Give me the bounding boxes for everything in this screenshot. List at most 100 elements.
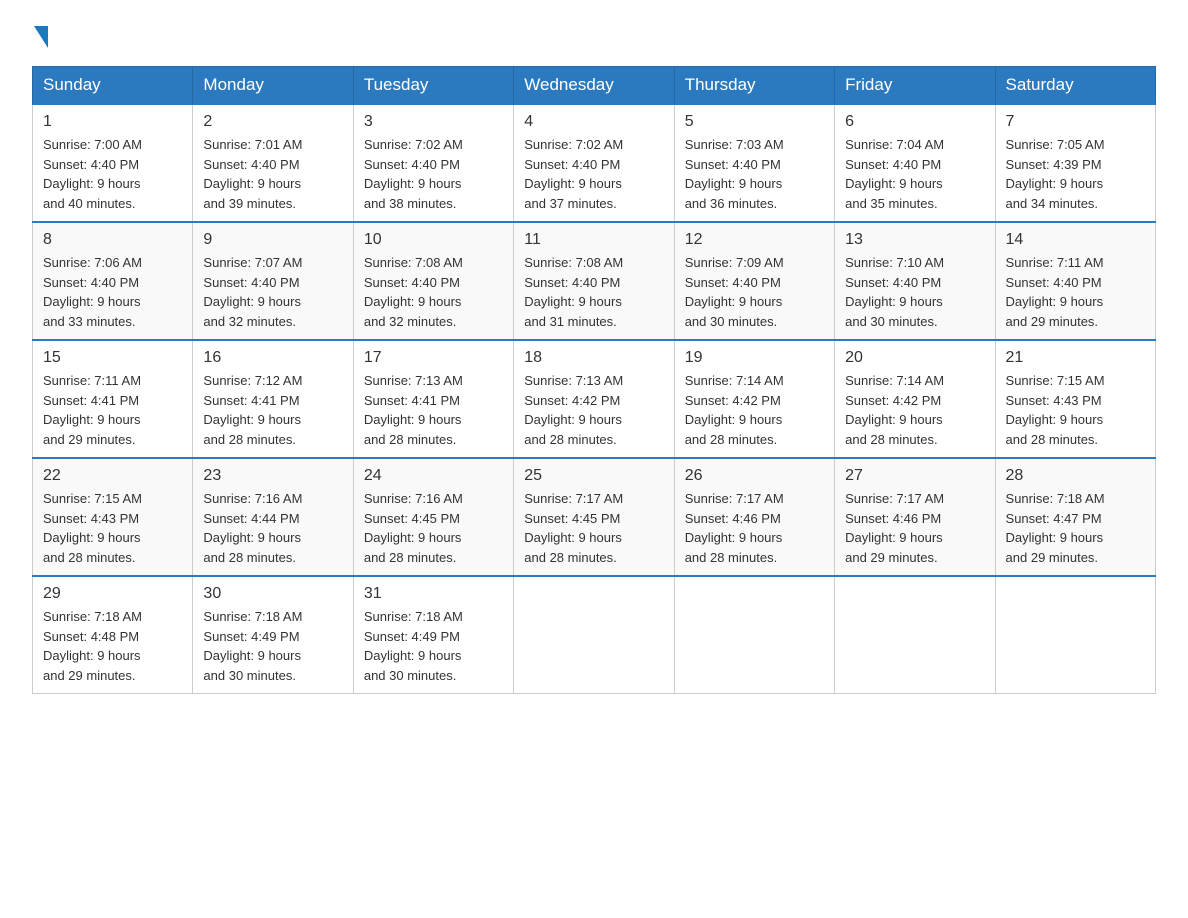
calendar-cell: 18 Sunrise: 7:13 AMSunset: 4:42 PMDaylig… [514,340,674,458]
calendar-week-2: 8 Sunrise: 7:06 AMSunset: 4:40 PMDayligh… [33,222,1156,340]
calendar-cell: 17 Sunrise: 7:13 AMSunset: 4:41 PMDaylig… [353,340,513,458]
header-tuesday: Tuesday [353,67,513,105]
calendar-cell: 23 Sunrise: 7:16 AMSunset: 4:44 PMDaylig… [193,458,353,576]
day-number: 15 [43,349,182,367]
header-friday: Friday [835,67,995,105]
calendar-cell: 21 Sunrise: 7:15 AMSunset: 4:43 PMDaylig… [995,340,1155,458]
day-number: 25 [524,467,663,485]
day-number: 8 [43,231,182,249]
day-info: Sunrise: 7:05 AMSunset: 4:39 PMDaylight:… [1006,135,1145,213]
day-number: 14 [1006,231,1145,249]
calendar-cell: 5 Sunrise: 7:03 AMSunset: 4:40 PMDayligh… [674,104,834,222]
calendar-cell: 12 Sunrise: 7:09 AMSunset: 4:40 PMDaylig… [674,222,834,340]
day-number: 7 [1006,113,1145,131]
day-number: 5 [685,113,824,131]
calendar-week-1: 1 Sunrise: 7:00 AMSunset: 4:40 PMDayligh… [33,104,1156,222]
day-info: Sunrise: 7:14 AMSunset: 4:42 PMDaylight:… [845,371,984,449]
day-info: Sunrise: 7:13 AMSunset: 4:41 PMDaylight:… [364,371,503,449]
calendar-cell: 25 Sunrise: 7:17 AMSunset: 4:45 PMDaylig… [514,458,674,576]
day-info: Sunrise: 7:18 AMSunset: 4:47 PMDaylight:… [1006,489,1145,567]
day-number: 10 [364,231,503,249]
day-info: Sunrise: 7:11 AMSunset: 4:40 PMDaylight:… [1006,253,1145,331]
day-number: 24 [364,467,503,485]
header-thursday: Thursday [674,67,834,105]
calendar-cell [674,576,834,694]
day-number: 12 [685,231,824,249]
day-number: 29 [43,585,182,603]
day-info: Sunrise: 7:18 AMSunset: 4:49 PMDaylight:… [364,607,503,685]
calendar-cell: 31 Sunrise: 7:18 AMSunset: 4:49 PMDaylig… [353,576,513,694]
day-number: 20 [845,349,984,367]
day-info: Sunrise: 7:02 AMSunset: 4:40 PMDaylight:… [524,135,663,213]
day-info: Sunrise: 7:08 AMSunset: 4:40 PMDaylight:… [524,253,663,331]
day-number: 4 [524,113,663,131]
calendar-header-row: SundayMondayTuesdayWednesdayThursdayFrid… [33,67,1156,105]
day-number: 22 [43,467,182,485]
day-number: 18 [524,349,663,367]
calendar-week-5: 29 Sunrise: 7:18 AMSunset: 4:48 PMDaylig… [33,576,1156,694]
calendar-body: 1 Sunrise: 7:00 AMSunset: 4:40 PMDayligh… [33,104,1156,694]
calendar-week-4: 22 Sunrise: 7:15 AMSunset: 4:43 PMDaylig… [33,458,1156,576]
day-number: 27 [845,467,984,485]
calendar-cell: 13 Sunrise: 7:10 AMSunset: 4:40 PMDaylig… [835,222,995,340]
calendar-table: SundayMondayTuesdayWednesdayThursdayFrid… [32,66,1156,694]
calendar-cell: 3 Sunrise: 7:02 AMSunset: 4:40 PMDayligh… [353,104,513,222]
day-info: Sunrise: 7:14 AMSunset: 4:42 PMDaylight:… [685,371,824,449]
day-info: Sunrise: 7:15 AMSunset: 4:43 PMDaylight:… [1006,371,1145,449]
calendar-cell: 7 Sunrise: 7:05 AMSunset: 4:39 PMDayligh… [995,104,1155,222]
calendar-cell: 14 Sunrise: 7:11 AMSunset: 4:40 PMDaylig… [995,222,1155,340]
calendar-cell: 29 Sunrise: 7:18 AMSunset: 4:48 PMDaylig… [33,576,193,694]
day-info: Sunrise: 7:07 AMSunset: 4:40 PMDaylight:… [203,253,342,331]
day-number: 13 [845,231,984,249]
calendar-cell: 6 Sunrise: 7:04 AMSunset: 4:40 PMDayligh… [835,104,995,222]
calendar-cell: 20 Sunrise: 7:14 AMSunset: 4:42 PMDaylig… [835,340,995,458]
header-saturday: Saturday [995,67,1155,105]
day-info: Sunrise: 7:18 AMSunset: 4:48 PMDaylight:… [43,607,182,685]
calendar-cell: 28 Sunrise: 7:18 AMSunset: 4:47 PMDaylig… [995,458,1155,576]
day-info: Sunrise: 7:12 AMSunset: 4:41 PMDaylight:… [203,371,342,449]
day-info: Sunrise: 7:09 AMSunset: 4:40 PMDaylight:… [685,253,824,331]
calendar-cell: 27 Sunrise: 7:17 AMSunset: 4:46 PMDaylig… [835,458,995,576]
calendar-cell: 26 Sunrise: 7:17 AMSunset: 4:46 PMDaylig… [674,458,834,576]
header-sunday: Sunday [33,67,193,105]
header-monday: Monday [193,67,353,105]
day-info: Sunrise: 7:17 AMSunset: 4:46 PMDaylight:… [685,489,824,567]
day-number: 26 [685,467,824,485]
day-number: 28 [1006,467,1145,485]
day-info: Sunrise: 7:15 AMSunset: 4:43 PMDaylight:… [43,489,182,567]
calendar-cell: 30 Sunrise: 7:18 AMSunset: 4:49 PMDaylig… [193,576,353,694]
calendar-cell: 16 Sunrise: 7:12 AMSunset: 4:41 PMDaylig… [193,340,353,458]
calendar-cell: 4 Sunrise: 7:02 AMSunset: 4:40 PMDayligh… [514,104,674,222]
day-number: 2 [203,113,342,131]
page-header [32,24,1156,48]
day-number: 3 [364,113,503,131]
calendar-cell: 15 Sunrise: 7:11 AMSunset: 4:41 PMDaylig… [33,340,193,458]
calendar-cell: 11 Sunrise: 7:08 AMSunset: 4:40 PMDaylig… [514,222,674,340]
day-info: Sunrise: 7:03 AMSunset: 4:40 PMDaylight:… [685,135,824,213]
day-number: 16 [203,349,342,367]
day-number: 19 [685,349,824,367]
day-info: Sunrise: 7:16 AMSunset: 4:44 PMDaylight:… [203,489,342,567]
header-wednesday: Wednesday [514,67,674,105]
calendar-cell: 8 Sunrise: 7:06 AMSunset: 4:40 PMDayligh… [33,222,193,340]
calendar-cell: 1 Sunrise: 7:00 AMSunset: 4:40 PMDayligh… [33,104,193,222]
day-info: Sunrise: 7:08 AMSunset: 4:40 PMDaylight:… [364,253,503,331]
day-number: 30 [203,585,342,603]
day-number: 11 [524,231,663,249]
day-info: Sunrise: 7:16 AMSunset: 4:45 PMDaylight:… [364,489,503,567]
day-number: 21 [1006,349,1145,367]
calendar-cell: 9 Sunrise: 7:07 AMSunset: 4:40 PMDayligh… [193,222,353,340]
day-info: Sunrise: 7:11 AMSunset: 4:41 PMDaylight:… [43,371,182,449]
calendar-week-3: 15 Sunrise: 7:11 AMSunset: 4:41 PMDaylig… [33,340,1156,458]
day-info: Sunrise: 7:10 AMSunset: 4:40 PMDaylight:… [845,253,984,331]
calendar-cell: 10 Sunrise: 7:08 AMSunset: 4:40 PMDaylig… [353,222,513,340]
calendar-cell: 2 Sunrise: 7:01 AMSunset: 4:40 PMDayligh… [193,104,353,222]
day-info: Sunrise: 7:02 AMSunset: 4:40 PMDaylight:… [364,135,503,213]
calendar-cell [514,576,674,694]
calendar-cell: 22 Sunrise: 7:15 AMSunset: 4:43 PMDaylig… [33,458,193,576]
day-number: 17 [364,349,503,367]
day-info: Sunrise: 7:17 AMSunset: 4:45 PMDaylight:… [524,489,663,567]
day-number: 9 [203,231,342,249]
day-number: 6 [845,113,984,131]
day-info: Sunrise: 7:04 AMSunset: 4:40 PMDaylight:… [845,135,984,213]
